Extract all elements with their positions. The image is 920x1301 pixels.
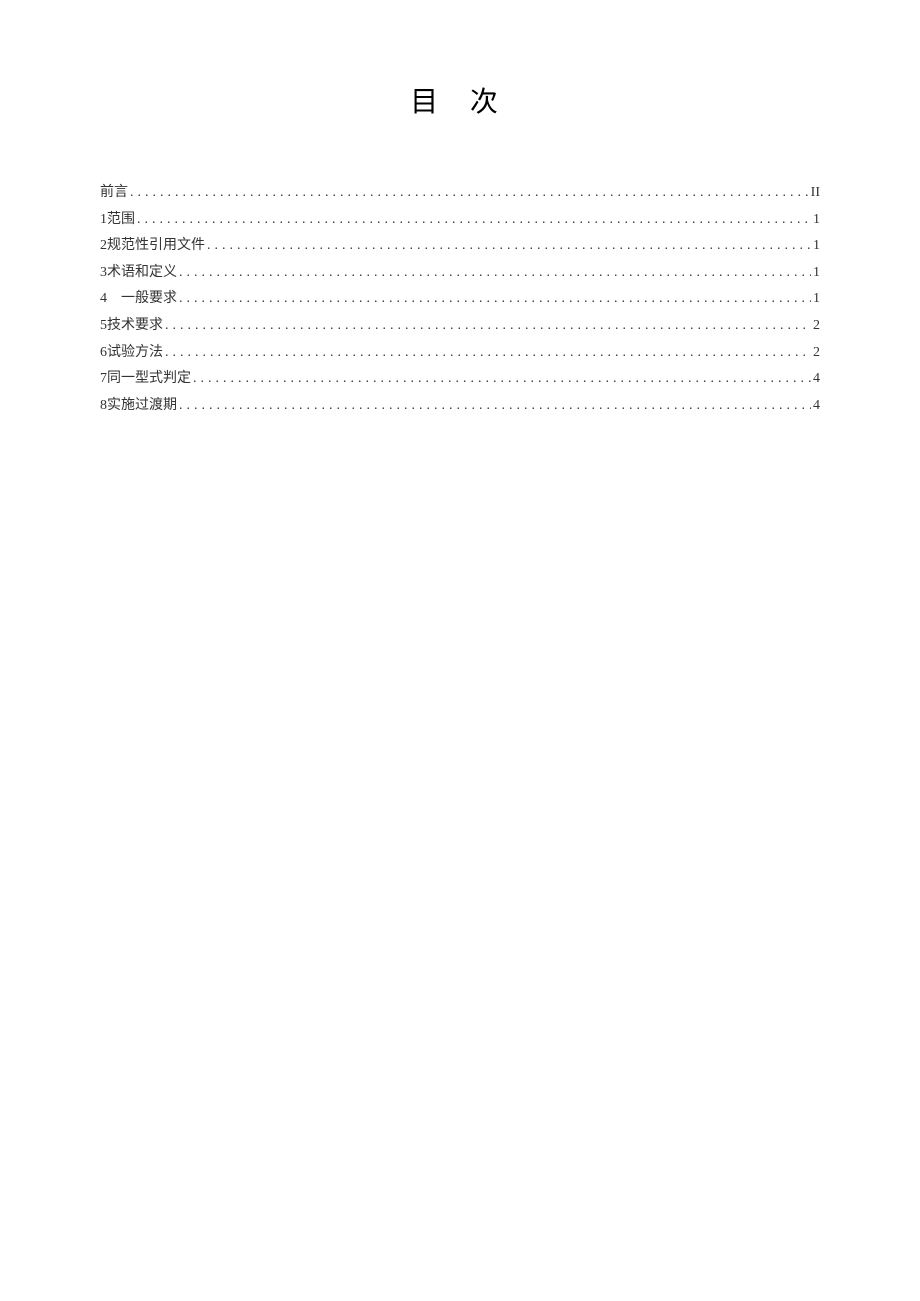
toc-page-number: 2 [813, 340, 820, 367]
toc-label: 7同一型式判定 [100, 366, 191, 393]
toc-entry: 5技术要求 2 [100, 313, 820, 340]
toc-page-number: 1 [813, 260, 820, 287]
toc-page-number: 1 [813, 207, 820, 234]
toc-leader-dots [179, 260, 811, 287]
toc-page-number: II [811, 180, 820, 207]
toc-leader-dots [130, 180, 809, 207]
toc-label: 4 一般要求 [100, 286, 177, 313]
toc-leader-dots [165, 313, 811, 340]
toc-leader-dots [179, 393, 811, 420]
toc-leader-dots [207, 233, 811, 260]
toc-page-number: 2 [813, 313, 820, 340]
page-title: 目 次 [100, 80, 820, 120]
toc-page-number: 1 [813, 286, 820, 313]
toc-label: 6试验方法 [100, 340, 163, 367]
toc-entry: 2规范性引用文件 1 [100, 233, 820, 260]
toc-entry: 8实施过渡期 4 [100, 393, 820, 420]
toc-entry: 4 一般要求 1 [100, 286, 820, 313]
toc-entry: 前言 II [100, 180, 820, 207]
toc-leader-dots [193, 366, 811, 393]
toc-entry: 3术语和定义 1 [100, 260, 820, 287]
table-of-contents: 前言 II 1范围 1 2规范性引用文件 1 3术语和定义 1 4 一般要求 1… [100, 180, 820, 419]
toc-label: 3术语和定义 [100, 260, 177, 287]
toc-label: 前言 [100, 180, 128, 207]
toc-entry: 7同一型式判定 4 [100, 366, 820, 393]
toc-leader-dots [137, 207, 811, 234]
toc-label: 1范围 [100, 207, 135, 234]
toc-page-number: 4 [813, 366, 820, 393]
toc-label: 2规范性引用文件 [100, 233, 205, 260]
toc-page-number: 4 [813, 393, 820, 420]
toc-leader-dots [165, 340, 811, 367]
toc-label: 5技术要求 [100, 313, 163, 340]
toc-label: 8实施过渡期 [100, 393, 177, 420]
toc-entry: 6试验方法 2 [100, 340, 820, 367]
toc-page-number: 1 [813, 233, 820, 260]
toc-entry: 1范围 1 [100, 207, 820, 234]
toc-leader-dots [179, 286, 811, 313]
